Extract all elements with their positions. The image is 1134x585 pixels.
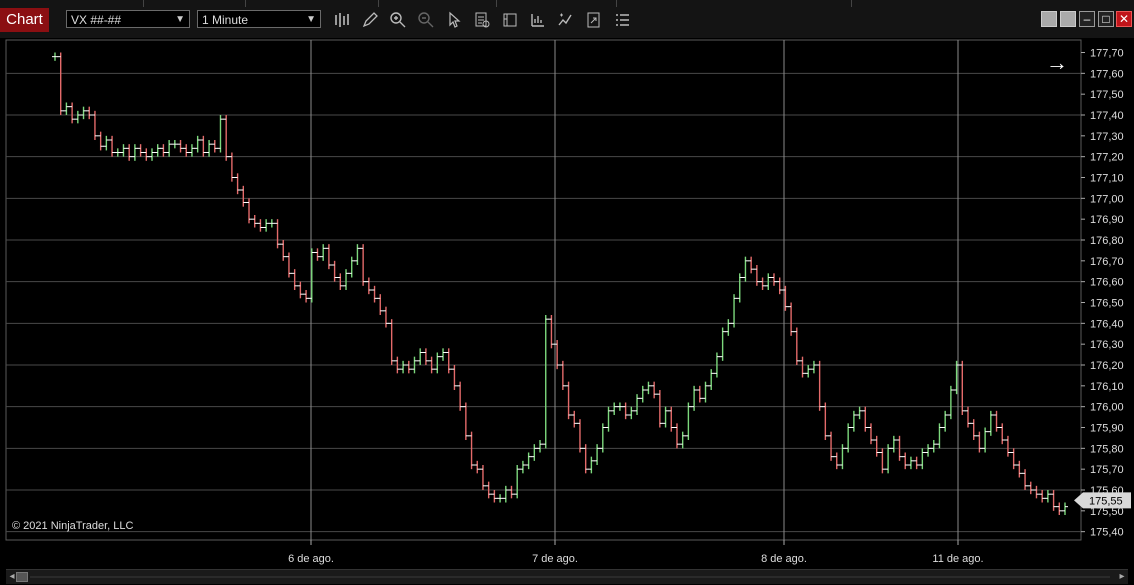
data-box-icon[interactable] <box>472 10 492 30</box>
toolbar-divider <box>143 0 144 7</box>
y-tick-label: 177,20 <box>1090 152 1124 164</box>
y-tick-label: 177,50 <box>1090 89 1124 101</box>
toolbar-divider <box>245 0 246 7</box>
strategies-icon[interactable] <box>556 10 576 30</box>
time-axis[interactable]: 6 de ago. 7 de ago. 8 de ago. 11 de ago. <box>288 540 984 565</box>
y-tick-label: 176,30 <box>1090 339 1124 351</box>
interval-select[interactable]: 1 Minute ▼ <box>197 10 321 28</box>
templates-icon[interactable] <box>584 10 604 30</box>
chart-tab[interactable]: Chart <box>0 8 49 32</box>
y-tick-label: 176,70 <box>1090 256 1124 268</box>
x-tick-label: 6 de ago. <box>288 553 334 565</box>
last-price-marker: 175,55 <box>1074 492 1131 509</box>
y-tick-label: 177,70 <box>1090 48 1124 60</box>
y-tick-label: 177,60 <box>1090 68 1124 80</box>
scroll-right-icon[interactable]: ▸ <box>1116 570 1128 584</box>
bar-type-icon[interactable] <box>332 10 352 30</box>
toolbar-divider <box>496 0 497 7</box>
y-tick-label: 176,40 <box>1090 318 1124 330</box>
cursor-icon[interactable] <box>444 10 464 30</box>
chevron-down-icon: ▼ <box>175 14 185 25</box>
indicators-icon[interactable] <box>528 10 548 30</box>
y-tick-label: 175,40 <box>1090 527 1124 539</box>
y-tick-label: 177,00 <box>1090 193 1124 205</box>
y-tick-label: 176,50 <box>1090 298 1124 310</box>
price-chart[interactable]: 177,70 177,60 177,50 177,40 177,30 177,20 177,… <box>0 38 1134 585</box>
price-marker-label: 175,55 <box>1089 495 1123 507</box>
toolbar-divider <box>851 0 852 7</box>
y-tick-label: 177,40 <box>1090 110 1124 122</box>
y-tick-label: 175,70 <box>1090 464 1124 476</box>
window-tile-icon[interactable] <box>1060 11 1076 27</box>
scroll-track <box>30 576 1110 578</box>
toolbar-divider <box>378 0 379 7</box>
copyright-watermark: © 2021 NinjaTrader, LLC <box>12 520 134 532</box>
chart-toolbar: Chart VX ##-## ▼ 1 Minute ▼ – □ ✕ <box>0 0 1134 39</box>
y-tick-label: 176,90 <box>1090 214 1124 226</box>
y-tick-label: 176,60 <box>1090 277 1124 289</box>
y-tick-label: 175,90 <box>1090 423 1124 435</box>
toolbar-divider <box>616 0 617 7</box>
x-tick-label: 8 de ago. <box>761 553 807 565</box>
interval-value: 1 Minute <box>202 13 249 27</box>
close-icon[interactable]: ✕ <box>1116 11 1132 27</box>
y-tick-label: 176,20 <box>1090 360 1124 372</box>
y-tick-label: 176,80 <box>1090 235 1124 247</box>
horizontal-scrollbar[interactable]: ◂ ▸ <box>6 569 1128 584</box>
zoom-out-icon[interactable] <box>416 10 436 30</box>
y-tick-label: 175,80 <box>1090 443 1124 455</box>
x-tick-label: 7 de ago. <box>532 553 578 565</box>
window-snap-icon[interactable] <box>1041 11 1057 27</box>
chart-panel[interactable]: 177,70 177,60 177,50 177,40 177,30 177,20 177,… <box>0 38 1134 585</box>
y-tick-label: 176,10 <box>1090 381 1124 393</box>
pencil-icon[interactable] <box>360 10 380 30</box>
y-tick-label: 176,00 <box>1090 402 1124 414</box>
chevron-down-icon: ▼ <box>306 14 316 25</box>
x-tick-label: 11 de ago. <box>932 553 983 565</box>
instrument-value: VX ##-## <box>71 13 122 27</box>
list-icon[interactable] <box>612 10 632 30</box>
maximize-icon[interactable]: □ <box>1098 11 1114 27</box>
zoom-in-icon[interactable] <box>388 10 408 30</box>
y-tick-label: 177,30 <box>1090 131 1124 143</box>
price-axis[interactable]: 177,70 177,60 177,50 177,40 177,30 177,20 177,… <box>1081 48 1124 539</box>
minimize-icon[interactable]: – <box>1079 11 1095 27</box>
arrow-right-icon[interactable]: → <box>1046 50 1068 76</box>
y-tick-label: 177,10 <box>1090 173 1124 185</box>
properties-icon[interactable] <box>500 10 520 30</box>
instrument-select[interactable]: VX ##-## ▼ <box>66 10 190 28</box>
scroll-thumb[interactable] <box>16 572 28 582</box>
